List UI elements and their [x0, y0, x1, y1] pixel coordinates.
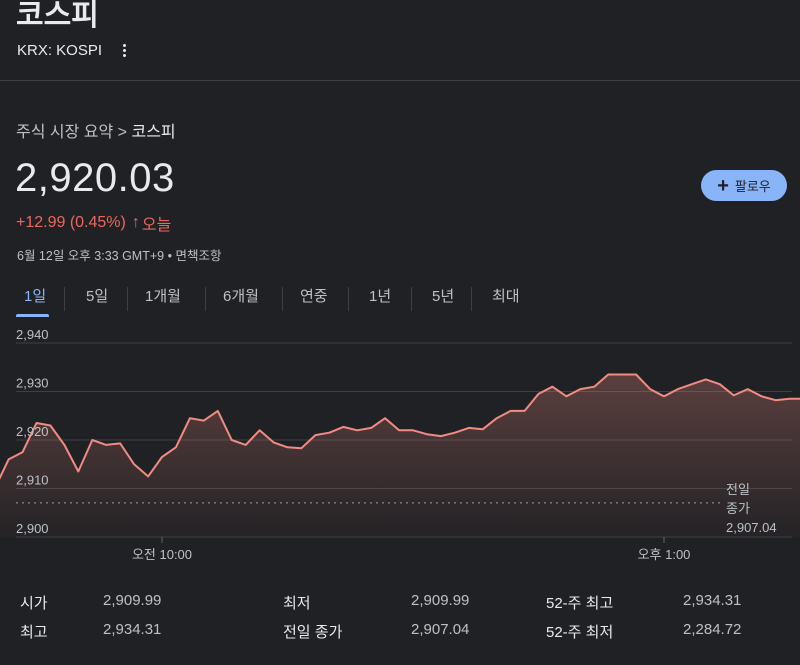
- header-divider: [0, 80, 800, 81]
- plus-icon: +: [717, 174, 729, 197]
- ticker-symbol: KRX: KOSPI: [17, 42, 103, 59]
- breadcrumb-separator: >: [117, 124, 128, 141]
- active-tab-indicator: [16, 314, 49, 317]
- index-title: 코스피: [16, 0, 99, 32]
- intraday-chart[interactable]: 2,940 2,930 2,920 2,910 2,900 오전 10:00 오후 1:0…: [0, 330, 800, 570]
- prev-close-value: 2,907.04: [726, 520, 777, 535]
- tab-separator: [282, 287, 283, 311]
- stat-value-52w-high: 2,934.31: [683, 592, 742, 609]
- x-tick-label: 오전 10:00: [132, 547, 192, 562]
- y-tick-label: 2,920: [16, 424, 49, 439]
- y-tick-label: 2,930: [16, 376, 49, 391]
- stat-label-prev-close: 전일 종가: [283, 624, 343, 641]
- tab-5y[interactable]: 5년: [432, 285, 454, 315]
- breadcrumb: 주식 시장 요약 > 코스피: [16, 118, 176, 142]
- stat-label-high: 최고: [20, 624, 48, 641]
- stat-value-prev-close: 2,907.04: [411, 621, 470, 638]
- range-tabs: 1일 5일 1개월 6개월 연중 1년 5년 최대: [0, 285, 800, 317]
- tab-separator: [205, 287, 206, 311]
- x-tick-label: 오후 1:00: [638, 547, 691, 562]
- tab-separator: [64, 287, 65, 311]
- tab-1m[interactable]: 1개월: [145, 285, 181, 315]
- y-tick-label: 2,940: [16, 330, 49, 342]
- stat-label-open: 시가: [20, 595, 48, 612]
- tab-1y[interactable]: 1년: [369, 285, 391, 315]
- stat-value-low: 2,909.99: [411, 592, 470, 609]
- stat-label-52w-high: 52-주 최고: [546, 595, 614, 612]
- tab-separator: [127, 287, 128, 311]
- more-options-icon[interactable]: [116, 43, 132, 59]
- tab-max[interactable]: 최대: [492, 285, 520, 315]
- change-period: 오늘: [141, 217, 172, 234]
- stat-value-high: 2,934.31: [103, 621, 162, 638]
- stat-label-low: 최저: [283, 595, 311, 612]
- quote-timestamp: 6월 12일 오후 3:33 GMT+9: [17, 249, 165, 263]
- current-price: 2,920.03: [15, 156, 175, 200]
- tab-separator: [411, 287, 412, 311]
- tab-separator: [471, 287, 472, 311]
- price-change: +12.99 (0.45%) ↑ 오늘: [16, 211, 171, 235]
- quote-meta: 6월 12일 오후 3:33 GMT+9 • 면책조항: [17, 245, 221, 264]
- breadcrumb-parent[interactable]: 주식 시장 요약: [16, 124, 113, 141]
- y-tick-label: 2,910: [16, 473, 49, 488]
- follow-label: 팔로우: [734, 179, 771, 194]
- prev-close-label-1: 전일: [726, 482, 750, 497]
- change-value: +12.99 (0.45%): [16, 214, 126, 231]
- chart-area-fill: [0, 374, 800, 537]
- tab-ytd[interactable]: 연중: [300, 285, 328, 315]
- y-tick-label: 2,900: [16, 521, 49, 536]
- disclaimer-link[interactable]: 면책조항: [175, 249, 221, 263]
- meta-dot: •: [167, 249, 172, 263]
- arrow-up-icon: ↑: [131, 214, 140, 231]
- tab-1d[interactable]: 1일: [24, 285, 46, 315]
- ticker-row: KRX: KOSPI: [17, 42, 132, 59]
- tab-separator: [348, 287, 349, 311]
- stat-label-52w-low: 52-주 최저: [546, 624, 614, 641]
- breadcrumb-current: 코스피: [131, 124, 176, 141]
- stat-value-52w-low: 2,284.72: [683, 621, 742, 638]
- follow-button[interactable]: + 팔로우: [701, 170, 787, 201]
- prev-close-label-2: 종가: [726, 501, 750, 516]
- stat-value-open: 2,909.99: [103, 592, 162, 609]
- tab-6m[interactable]: 6개월: [223, 285, 259, 315]
- tab-5d[interactable]: 5일: [86, 285, 108, 315]
